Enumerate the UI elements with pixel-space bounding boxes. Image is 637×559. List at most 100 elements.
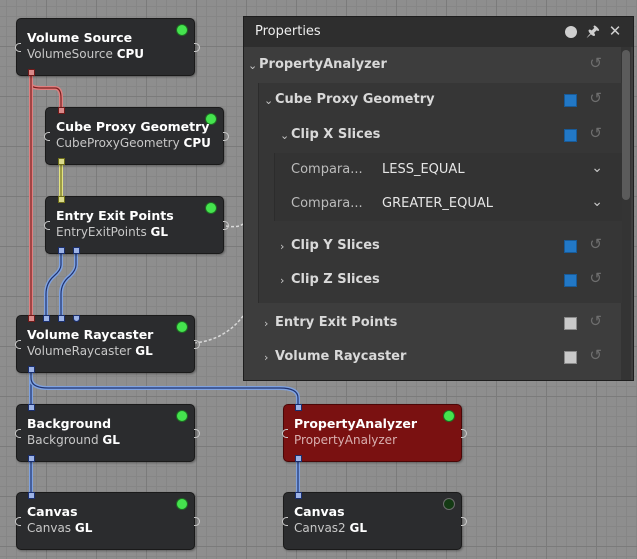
reset-icon[interactable]: ↺ xyxy=(589,235,602,253)
outport-entry[interactable] xyxy=(58,247,65,254)
close-icon[interactable]: ✕ xyxy=(605,21,625,41)
chevron-right-icon[interactable]: › xyxy=(280,274,284,287)
property-label: PropertyAnalyzer xyxy=(259,57,387,72)
float-dot-icon[interactable] xyxy=(565,26,577,38)
outport-mesh[interactable] xyxy=(58,158,65,165)
checkbox[interactable] xyxy=(564,317,577,330)
processor-cube-proxy-geometry[interactable]: Cube Proxy Geometry CubeProxyGeometry CP… xyxy=(44,107,229,165)
link-port-left[interactable] xyxy=(15,429,21,438)
processor-volume-source[interactable]: Volume Source VolumeSource CPU xyxy=(15,18,200,76)
processor-tag: GL xyxy=(102,433,120,447)
image-link-entry[interactable] xyxy=(44,253,63,318)
reset-icon[interactable]: ↺ xyxy=(589,124,602,142)
checkbox[interactable] xyxy=(564,274,577,287)
reset-icon[interactable]: ↺ xyxy=(589,89,602,107)
inport-volume[interactable] xyxy=(28,315,35,322)
inport-exit[interactable] xyxy=(58,315,65,322)
property-label: Entry Exit Points xyxy=(275,315,398,330)
processor-class-name: Canvas xyxy=(27,521,72,535)
processor-entry-exit-points[interactable]: Entry Exit Points EntryExitPoints GL xyxy=(44,196,229,254)
chevron-down-icon[interactable]: ⌄ xyxy=(248,59,257,72)
inport-image[interactable] xyxy=(28,404,35,411)
checkbox[interactable] xyxy=(564,240,577,253)
inport-image[interactable] xyxy=(295,492,302,499)
dropdown-value[interactable]: LESS_EQUAL xyxy=(382,162,465,177)
chevron-down-icon[interactable]: ⌄ xyxy=(591,194,603,210)
inport-image[interactable] xyxy=(295,404,302,411)
processor-title: Canvas xyxy=(27,504,78,519)
property-row-comparison-2[interactable]: Compara... GREATER_EQUAL ⌄ xyxy=(244,188,619,222)
chevron-down-icon[interactable]: ⌄ xyxy=(591,160,603,176)
pin-icon[interactable]: 🖈 xyxy=(583,21,603,41)
volume-link[interactable] xyxy=(29,74,63,110)
processor-class: EntryExitPoints GL xyxy=(56,225,168,239)
property-row-root[interactable]: ⌄ PropertyAnalyzer ↺ xyxy=(244,49,619,83)
property-row-clip-x[interactable]: ⌄ Clip X Slices ↺ xyxy=(244,119,619,153)
property-label: Clip Y Slices xyxy=(291,238,380,253)
processor-title: Entry Exit Points xyxy=(56,208,174,223)
processor-property-analyzer[interactable]: PropertyAnalyzer PropertyAnalyzer xyxy=(282,404,467,462)
chevron-right-icon[interactable]: › xyxy=(280,240,284,253)
reset-icon[interactable]: ↺ xyxy=(589,54,602,72)
processor-canvas2[interactable]: Canvas Canvas2 GL xyxy=(282,492,467,550)
property-label: Compara... xyxy=(291,196,363,211)
dropdown-value[interactable]: GREATER_EQUAL xyxy=(382,196,493,211)
chevron-down-icon[interactable]: ⌄ xyxy=(264,94,273,107)
inport-entry[interactable] xyxy=(43,315,50,322)
link-port-left[interactable] xyxy=(282,429,288,438)
status-indicator xyxy=(443,410,455,422)
outport-image[interactable] xyxy=(28,366,35,373)
outport-image[interactable] xyxy=(28,455,35,462)
reset-icon[interactable]: ↺ xyxy=(589,269,602,287)
chevron-right-icon[interactable]: › xyxy=(264,351,268,364)
scrollbar-thumb[interactable] xyxy=(622,50,630,200)
processor-class: Background GL xyxy=(27,433,120,447)
panel-titlebar[interactable]: Properties 🖈 ✕ xyxy=(244,17,633,47)
status-indicator xyxy=(176,498,188,510)
processor-background[interactable]: Background Background GL xyxy=(15,404,200,462)
processor-title: Volume Source xyxy=(27,30,133,45)
inport-mesh[interactable] xyxy=(58,196,65,203)
outport-exit[interactable] xyxy=(73,247,80,254)
processor-canvas[interactable]: Canvas Canvas GL xyxy=(15,492,200,550)
checkbox[interactable] xyxy=(564,94,577,107)
checkbox[interactable] xyxy=(564,351,577,364)
link-port-left[interactable] xyxy=(15,43,21,52)
outport-image[interactable] xyxy=(295,455,302,462)
processor-title: Canvas xyxy=(294,504,345,519)
property-row-cube-proxy[interactable]: ⌄ Cube Proxy Geometry ↺ xyxy=(244,84,619,118)
processor-class-name: CubeProxyGeometry xyxy=(56,136,180,150)
inport-background[interactable] xyxy=(73,315,80,322)
processor-class: Canvas GL xyxy=(27,521,92,535)
inport-image[interactable] xyxy=(28,492,35,499)
panel-title: Properties xyxy=(255,24,321,39)
property-row-clip-y[interactable]: › Clip Y Slices ↺ xyxy=(244,230,619,264)
inport-volume[interactable] xyxy=(58,107,65,114)
processor-tag: GL xyxy=(150,225,169,239)
processor-volume-raycaster[interactable]: Volume Raycaster VolumeRaycaster GL xyxy=(15,315,200,373)
property-row-raycaster[interactable]: › Volume Raycaster ↺ xyxy=(244,341,619,375)
status-indicator xyxy=(176,24,188,36)
link-port-left[interactable] xyxy=(15,340,21,349)
processor-tag: CPU xyxy=(116,47,145,61)
processor-class-name: VolumeRaycaster xyxy=(27,344,132,358)
property-row-clip-z[interactable]: › Clip Z Slices ↺ xyxy=(244,264,619,298)
processor-class-name: Background xyxy=(27,433,99,447)
link-port-left[interactable] xyxy=(44,132,50,141)
link-port-left[interactable] xyxy=(282,517,288,526)
processor-class: VolumeSource CPU xyxy=(27,47,144,61)
chevron-right-icon[interactable]: › xyxy=(264,317,268,330)
reset-icon[interactable]: ↺ xyxy=(589,346,602,364)
property-label: Volume Raycaster xyxy=(275,349,407,364)
image-link-exit[interactable] xyxy=(59,253,78,318)
reset-icon[interactable]: ↺ xyxy=(589,312,602,330)
status-indicator xyxy=(443,498,455,510)
chevron-down-icon[interactable]: ⌄ xyxy=(280,129,289,142)
property-row-entry-exit[interactable]: › Entry Exit Points ↺ xyxy=(244,307,619,341)
property-row-comparison-1[interactable]: Compara... LESS_EQUAL ⌄ xyxy=(244,154,619,188)
link-port-left[interactable] xyxy=(15,517,21,526)
link-port-left[interactable] xyxy=(44,221,50,230)
outport-volume[interactable] xyxy=(28,69,35,76)
checkbox[interactable] xyxy=(564,129,577,142)
processor-title: Background xyxy=(27,416,112,431)
